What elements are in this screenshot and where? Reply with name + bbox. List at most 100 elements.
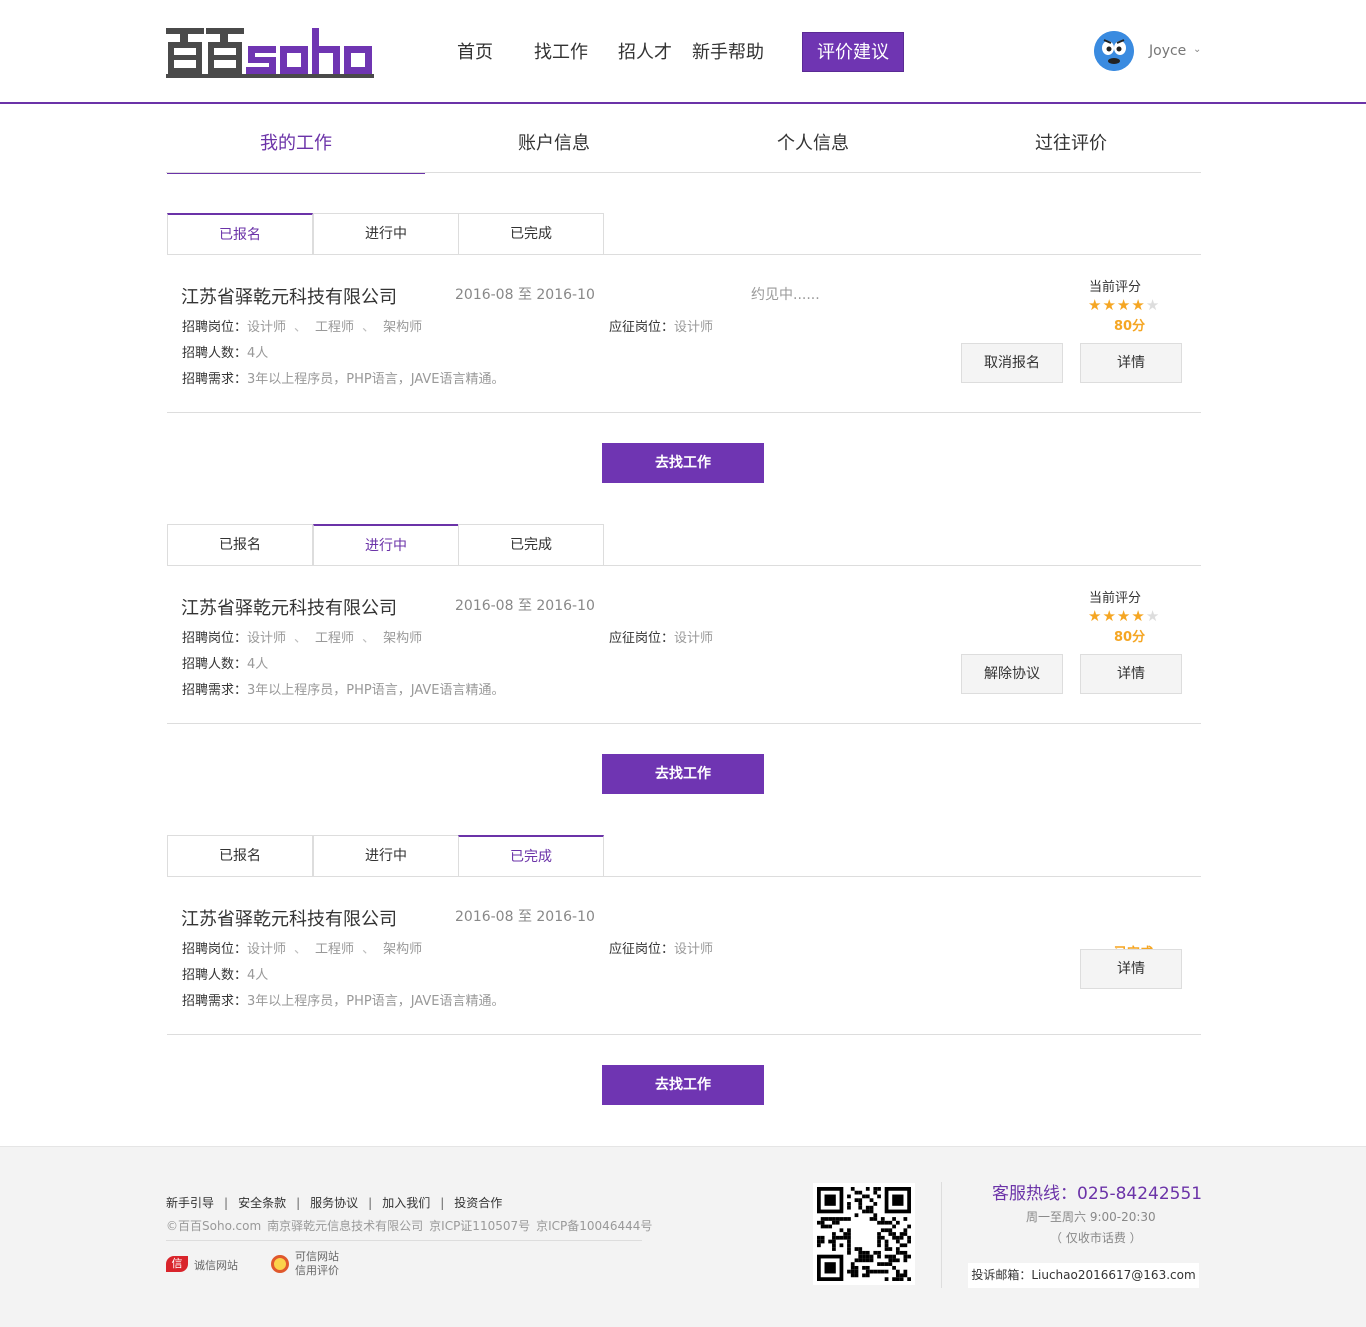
job-divider — [167, 723, 1201, 724]
subtab-registered[interactable]: 已报名 — [167, 835, 313, 877]
details-button[interactable]: 详情 — [1080, 654, 1182, 694]
credible-text: 可信网站 信用评价 — [295, 1250, 339, 1278]
position-sep: 、 — [294, 942, 308, 957]
position-item: 工程师 — [315, 942, 355, 957]
rating-score: 80分 — [1114, 630, 1146, 645]
footer-links: 新手引导 | 安全条款 | 服务协议 | 加入我们 | 投资合作 — [166, 1194, 502, 1211]
footer-link-guide[interactable]: 新手引导 — [166, 1196, 214, 1210]
avatar[interactable] — [1094, 31, 1134, 71]
footer-link-security[interactable]: 安全条款 — [238, 1196, 286, 1210]
status-note: 约见中...... — [751, 287, 820, 303]
footer-link-terms[interactable]: 服务协议 — [310, 1196, 358, 1210]
subtab-in-progress[interactable]: 进行中 — [313, 213, 459, 255]
username[interactable]: Joyce — [1149, 43, 1186, 59]
applied-row: 应征岗位：设计师 — [609, 938, 713, 957]
position-sep: 、 — [362, 631, 376, 646]
applied-label: 应征岗位： — [609, 320, 675, 335]
nav-find-job[interactable]: 找工作 — [534, 38, 588, 64]
footer-divider — [166, 1240, 642, 1241]
applied-label: 应征岗位： — [609, 631, 675, 646]
headcount-label: 招聘人数： — [182, 657, 248, 672]
star-icon: ★ — [1116, 296, 1132, 314]
qr-code — [813, 1183, 915, 1285]
cancel-registration-button[interactable]: 取消报名 — [961, 343, 1063, 383]
requirement-value: 3年以上程序员，PHP语言，JAVE语言精通。 — [247, 994, 505, 1009]
nav-recruit[interactable]: 招人才 — [618, 38, 672, 64]
footer-link-sep: | — [296, 1196, 301, 1210]
footer-link-sep: | — [368, 1196, 373, 1210]
credible-site-icon — [271, 1255, 289, 1273]
avatar-face-icon — [1094, 31, 1134, 71]
headcount-value: 4人 — [247, 968, 269, 983]
footer-vertical-divider — [941, 1182, 942, 1288]
footer-link-sep: | — [440, 1196, 445, 1210]
tab-my-jobs[interactable]: 我的工作 — [167, 118, 425, 174]
go-find-job-button[interactable]: 去找工作 — [602, 1065, 764, 1105]
subtab-completed[interactable]: 已完成 — [458, 524, 604, 566]
subtab-in-progress[interactable]: 进行中 — [313, 835, 459, 877]
applied-row: 应征岗位：设计师 — [609, 316, 713, 335]
subtab-completed[interactable]: 已完成 — [458, 213, 604, 255]
position-item: 设计师 — [247, 631, 287, 646]
subtab-in-progress[interactable]: 进行中 — [313, 524, 459, 566]
credible-text-line1: 可信网站 — [295, 1250, 339, 1263]
footer-link-join[interactable]: 加入我们 — [382, 1196, 430, 1210]
site-logo[interactable] — [166, 26, 374, 78]
copyright-company: 南京驿乾元信息技术有限公司 — [267, 1219, 424, 1233]
requirement-row: 招聘需求：3年以上程序员，PHP语言，JAVE语言精通。 — [182, 679, 505, 698]
subtab-registered[interactable]: 已报名 — [167, 213, 313, 255]
star-icon: ★ — [1131, 607, 1146, 625]
rating-label: 当前评分 — [1089, 591, 1142, 606]
headcount-value: 4人 — [247, 346, 269, 361]
headcount-label: 招聘人数： — [182, 346, 248, 361]
tab-account-info[interactable]: 账户信息 — [425, 118, 683, 174]
requirement-value: 3年以上程序员，PHP语言，JAVE语言精通。 — [247, 683, 505, 698]
copyright-icp-license: 京ICP证110507号 — [429, 1219, 531, 1233]
rating-score: 80分 — [1114, 319, 1146, 334]
chevron-down-icon[interactable]: ⌄ — [1193, 44, 1201, 55]
credible-text-line2: 信用评价 — [295, 1264, 339, 1277]
star-empty-icon: ★ — [1145, 296, 1161, 314]
headcount-label: 招聘人数： — [182, 968, 248, 983]
positions-row: 招聘岗位：设计师、工程师、架构师 — [182, 627, 422, 646]
tab-personal-info[interactable]: 个人信息 — [684, 118, 942, 174]
details-button[interactable]: 详情 — [1080, 949, 1182, 989]
rating-label: 当前评分 — [1089, 280, 1142, 295]
applied-row: 应征岗位：设计师 — [609, 627, 713, 646]
go-find-job-button[interactable]: 去找工作 — [602, 754, 764, 794]
company-name[interactable]: 江苏省驿乾元科技有限公司 — [181, 594, 397, 620]
subtab-registered[interactable]: 已报名 — [167, 524, 313, 566]
position-sep: 、 — [294, 631, 308, 646]
star-icon: ★ — [1102, 296, 1117, 314]
go-find-job-button[interactable]: 去找工作 — [602, 443, 764, 483]
position-sep: 、 — [362, 320, 376, 335]
service-hours: 周一至周六 9:00-20:30 — [1026, 1210, 1156, 1224]
position-item: 架构师 — [383, 631, 423, 646]
position-item: 设计师 — [247, 942, 287, 957]
nav-feedback-button[interactable]: 评价建议 — [802, 32, 904, 72]
rating-stars: ★★★★★ — [1088, 607, 1160, 625]
requirement-row: 招聘需求：3年以上程序员，PHP语言，JAVE语言精通。 — [182, 990, 505, 1009]
company-name[interactable]: 江苏省驿乾元科技有限公司 — [181, 283, 397, 309]
integrity-text: 诚信网站 — [194, 1259, 238, 1272]
nav-help[interactable]: 新手帮助 — [692, 38, 764, 64]
complaint-email[interactable]: 投诉邮箱：Liuchao2016617@163.com — [968, 1263, 1199, 1288]
company-name[interactable]: 江苏省驿乾元科技有限公司 — [181, 905, 397, 931]
subtab-completed[interactable]: 已完成 — [458, 835, 604, 877]
footer-link-invest[interactable]: 投资合作 — [454, 1196, 502, 1210]
details-button[interactable]: 详情 — [1080, 343, 1182, 383]
nav-home[interactable]: 首页 — [457, 38, 493, 64]
applied-value: 设计师 — [674, 942, 714, 957]
star-icon: ★ — [1116, 607, 1132, 625]
terminate-agreement-button[interactable]: 解除协议 — [961, 654, 1063, 694]
tab-divider — [166, 172, 1201, 173]
star-empty-icon: ★ — [1145, 607, 1161, 625]
date-range: 2016-08 至 2016-10 — [455, 598, 595, 614]
position-item: 工程师 — [315, 631, 355, 646]
star-icon: ★ — [1102, 607, 1117, 625]
positions-row: 招聘岗位：设计师、工程师、架构师 — [182, 316, 422, 335]
requirement-label: 招聘需求： — [182, 372, 248, 387]
star-icon: ★ — [1088, 607, 1103, 625]
tab-past-reviews[interactable]: 过往评价 — [942, 118, 1200, 174]
positions-label: 招聘岗位： — [182, 631, 248, 646]
